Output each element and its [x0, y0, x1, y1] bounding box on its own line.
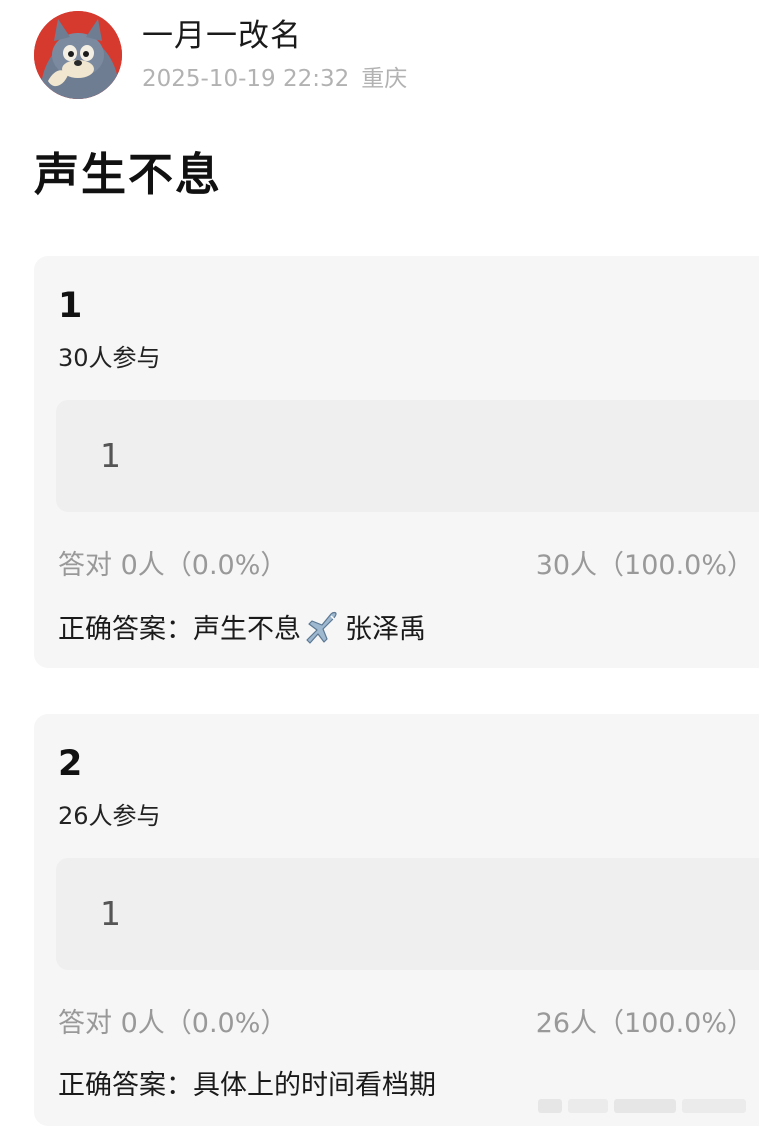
- option-count: 30人（100.0%）: [535, 550, 754, 581]
- question-number: 2: [58, 744, 83, 784]
- answer-label: 正确答案：: [58, 1070, 193, 1101]
- quiz-card: 2 26人参与 1 答对 0人（0.0%） 26人（100.0%） 正确答案：具…: [34, 714, 759, 1126]
- post-timestamp: 2025-10-19 22:32: [142, 66, 350, 92]
- airplane-icon: [303, 610, 339, 654]
- option-count: 26人（100.0%）: [535, 1008, 754, 1039]
- correct-count: 答对 0人（0.0%）: [58, 550, 288, 581]
- correct-count: 答对 0人（0.0%）: [58, 1008, 288, 1039]
- post-location: 重庆: [361, 66, 408, 92]
- question-number: 1: [58, 286, 83, 326]
- option-label: 1: [100, 436, 121, 475]
- post-meta: 2025-10-19 22:32 重庆: [142, 64, 407, 94]
- watermark: [538, 1093, 748, 1119]
- answer-option[interactable]: 1: [56, 858, 759, 970]
- answer-option[interactable]: 1: [56, 400, 759, 512]
- participant-count: 30人参与: [58, 344, 161, 372]
- author-name[interactable]: 一月一改名: [142, 16, 302, 56]
- participant-count: 26人参与: [58, 802, 161, 830]
- answer-suffix: 张泽禹: [345, 614, 426, 645]
- answer-text: 具体上的时间看档期: [193, 1070, 436, 1101]
- correct-answer: 正确答案：声生不息 张泽禹: [58, 610, 426, 654]
- correct-answer: 正确答案：具体上的时间看档期: [58, 1068, 436, 1104]
- cartoon-cat-avatar-icon: [34, 11, 122, 99]
- post-header: 一月一改名 2025-10-19 22:32 重庆: [0, 0, 759, 110]
- post-title: 声生不息: [34, 148, 223, 201]
- option-label: 1: [100, 894, 121, 933]
- answer-text: 声生不息: [193, 614, 301, 645]
- answer-label: 正确答案：: [58, 614, 193, 645]
- avatar[interactable]: [34, 11, 122, 99]
- quiz-card: 1 30人参与 1 答对 0人（0.0%） 30人（100.0%） 正确答案：声…: [34, 256, 759, 668]
